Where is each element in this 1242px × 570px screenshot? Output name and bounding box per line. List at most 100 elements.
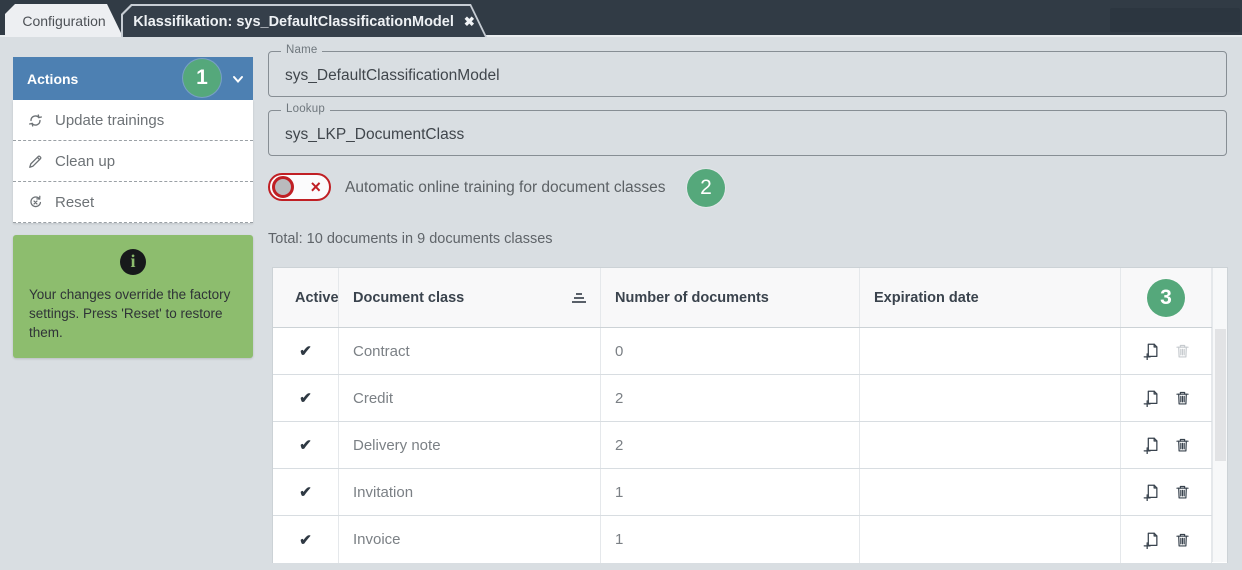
actions-menu-header[interactable]: Actions 1 (13, 57, 253, 100)
tab-klassifikation[interactable]: Klassifikation: sys_DefaultClassificatio… (121, 4, 487, 37)
number-of-documents-cell: 1 (601, 516, 860, 563)
toggle-off-icon: × (310, 178, 321, 196)
table-scrollbar[interactable] (1212, 268, 1227, 562)
info-box-text: Your changes override the factory settin… (29, 285, 237, 342)
lookup-input[interactable]: sys_LKP_DocumentClass (285, 126, 464, 144)
number-of-documents-cell: 0 (601, 328, 860, 374)
tab-klassifikation-inner: Klassifikation: sys_DefaultClassificatio… (123, 6, 485, 37)
sidebar-item-label: Reset (55, 194, 94, 211)
active-cell[interactable]: ✔ (273, 516, 339, 563)
expiration-date-cell[interactable] (860, 469, 1121, 515)
refresh-icon (27, 112, 44, 129)
column-header-document-class[interactable]: Document class (339, 268, 601, 327)
sidebar-item-label: Clean up (55, 153, 115, 170)
number-of-documents-cell: 2 (601, 375, 860, 421)
column-header-number-of-documents[interactable]: Number of documents (601, 268, 860, 327)
table-body: ✔ Contract 0 (273, 328, 1227, 563)
row-actions-cell (1121, 469, 1212, 515)
tab-configuration-label: Configuration (22, 13, 105, 29)
online-training-toggle-label: Automatic online training for document c… (345, 179, 666, 197)
chevron-down-icon (231, 72, 245, 86)
column-header-active[interactable]: Active (273, 268, 339, 327)
add-document-icon (1142, 483, 1160, 501)
online-training-toggle[interactable]: × (268, 173, 331, 201)
info-box: i Your changes override the factory sett… (13, 235, 253, 358)
name-input[interactable]: sys_DefaultClassificationModel (285, 67, 500, 85)
annotation-badge-3: 3 (1147, 279, 1185, 317)
add-document-icon (1142, 531, 1160, 549)
sidebar-item-update-trainings[interactable]: Update trainings (13, 100, 253, 141)
delete-row-button[interactable] (1174, 342, 1191, 360)
delete-row-button[interactable] (1174, 531, 1191, 549)
table-row[interactable]: ✔ Credit 2 (273, 375, 1227, 422)
name-field-label: Name (281, 44, 322, 56)
lookup-field[interactable]: Lookup sys_LKP_DocumentClass (268, 110, 1227, 156)
active-check-icon: ✔ (299, 483, 312, 501)
document-class-cell: Invoice (339, 516, 601, 563)
table-row[interactable]: ✔ Contract 0 (273, 328, 1227, 375)
info-icon: i (120, 249, 146, 275)
table-row[interactable]: ✔ Invitation 1 (273, 469, 1227, 516)
table-header-row: Active Document class Number of document… (273, 268, 1227, 328)
tab-close-icon[interactable]: ✖ (464, 14, 475, 30)
active-cell[interactable]: ✔ (273, 328, 339, 374)
duplicate-row-button[interactable] (1142, 483, 1160, 501)
active-check-icon: ✔ (299, 531, 312, 549)
tab-bar: Configuration Klassifikation: sys_Defaul… (0, 0, 1242, 37)
document-classes-table: Active Document class Number of document… (272, 267, 1228, 563)
add-document-icon (1142, 436, 1160, 454)
reset-icon (27, 194, 44, 211)
delete-row-button[interactable] (1174, 483, 1191, 501)
column-header-expiration-date[interactable]: Expiration date (860, 268, 1121, 327)
table-row[interactable]: ✔ Invoice 1 (273, 516, 1227, 563)
trash-icon (1174, 342, 1191, 360)
sidebar: Actions 1 Update trainings Clean up (13, 57, 253, 358)
add-document-icon (1142, 389, 1160, 407)
active-cell[interactable]: ✔ (273, 375, 339, 421)
row-actions-cell (1121, 328, 1212, 374)
trash-icon (1174, 531, 1191, 549)
sort-ascending-icon[interactable] (572, 293, 586, 303)
column-header-actions: 3 (1121, 268, 1212, 327)
lookup-field-label: Lookup (281, 103, 330, 115)
duplicate-row-button[interactable] (1142, 342, 1160, 360)
add-document-icon (1142, 342, 1160, 360)
annotation-badge-1: 1 (183, 59, 221, 97)
duplicate-row-button[interactable] (1142, 389, 1160, 407)
document-class-cell: Credit (339, 375, 601, 421)
name-field[interactable]: Name sys_DefaultClassificationModel (268, 51, 1227, 97)
active-cell[interactable]: ✔ (273, 469, 339, 515)
sidebar-item-label: Update trainings (55, 112, 164, 129)
expiration-date-cell[interactable] (860, 328, 1121, 374)
tab-klassifikation-label: Klassifikation: sys_DefaultClassificatio… (133, 14, 454, 30)
sidebar-item-reset[interactable]: Reset (13, 182, 253, 223)
delete-row-button[interactable] (1174, 436, 1191, 454)
documents-summary: Total: 10 documents in 9 documents class… (268, 231, 553, 247)
header-ghost-button (1110, 8, 1240, 32)
duplicate-row-button[interactable] (1142, 436, 1160, 454)
expiration-date-cell[interactable] (860, 422, 1121, 468)
active-check-icon: ✔ (299, 342, 312, 360)
trash-icon (1174, 389, 1191, 407)
toggle-knob-icon (272, 176, 294, 198)
active-cell[interactable]: ✔ (273, 422, 339, 468)
number-of-documents-cell: 1 (601, 469, 860, 515)
document-class-cell: Delivery note (339, 422, 601, 468)
row-actions-cell (1121, 516, 1212, 563)
duplicate-row-button[interactable] (1142, 531, 1160, 549)
scrollbar-thumb[interactable] (1215, 329, 1226, 461)
expiration-date-cell[interactable] (860, 375, 1121, 421)
document-class-cell: Contract (339, 328, 601, 374)
table-row[interactable]: ✔ Delivery note 2 (273, 422, 1227, 469)
annotation-badge-2: 2 (687, 169, 725, 207)
trash-icon (1174, 436, 1191, 454)
actions-menu: Update trainings Clean up Reset (13, 100, 253, 223)
trash-icon (1174, 483, 1191, 501)
delete-row-button[interactable] (1174, 389, 1191, 407)
number-of-documents-cell: 2 (601, 422, 860, 468)
tab-configuration[interactable]: Configuration (5, 4, 123, 37)
active-check-icon: ✔ (299, 436, 312, 454)
sidebar-item-clean-up[interactable]: Clean up (13, 141, 253, 182)
row-actions-cell (1121, 422, 1212, 468)
expiration-date-cell[interactable] (860, 516, 1121, 563)
